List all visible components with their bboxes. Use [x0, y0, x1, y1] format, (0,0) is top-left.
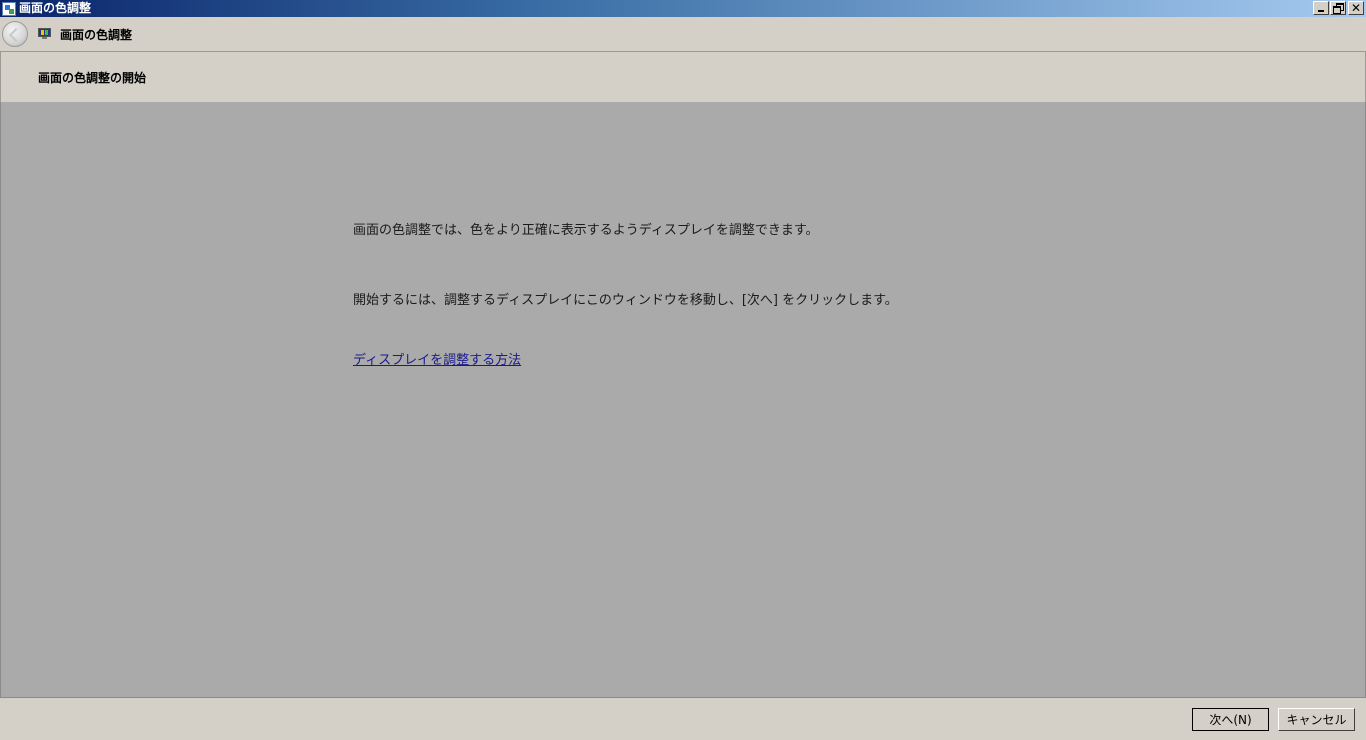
monitor-stand [42, 37, 47, 39]
title-bar[interactable]: 画面の色調整 ✕ [0, 0, 1366, 17]
restore-icon-back [1333, 6, 1341, 14]
restore-button[interactable] [1330, 1, 1346, 15]
minimize-icon [1318, 9, 1324, 12]
close-button[interactable]: ✕ [1348, 1, 1364, 15]
cancel-button[interactable]: キャンセル [1278, 708, 1355, 731]
instruction-text: 開始するには、調整するディスプレイにこのウィンドウを移動し、[次へ] をクリック… [353, 293, 898, 308]
close-icon: ✕ [1350, 1, 1362, 15]
monitor-icon [38, 28, 51, 40]
back-button[interactable] [2, 21, 28, 47]
intro-text: 画面の色調整では、色をより正確に表示するようディスプレイを調整できます。 [353, 223, 819, 238]
page-title: 画面の色調整の開始 [38, 71, 147, 85]
next-button[interactable]: 次へ(N) [1192, 708, 1269, 731]
minimize-button[interactable] [1313, 1, 1329, 15]
window-controls: ✕ [1312, 1, 1364, 15]
nav-title: 画面の色調整 [60, 27, 133, 42]
help-link[interactable]: ディスプレイを調整する方法 [353, 349, 521, 368]
window-title: 画面の色調整 [19, 1, 92, 15]
display-calibration-icon [2, 1, 16, 16]
content-area: 画面の色調整では、色をより正確に表示するようディスプレイを調整できます。 開始す… [0, 102, 1366, 698]
monitor-screen [38, 28, 51, 37]
navigation-bar: 画面の色調整 [0, 17, 1366, 51]
footer-bar: 次へ(N) キャンセル [0, 698, 1366, 740]
page-header: 画面の色調整の開始 [0, 51, 1366, 102]
color-calibration-window: 画面の色調整 ✕ 画面の色調整 画面の色調整の開始 画面の色調整では、色をより正… [0, 0, 1366, 740]
